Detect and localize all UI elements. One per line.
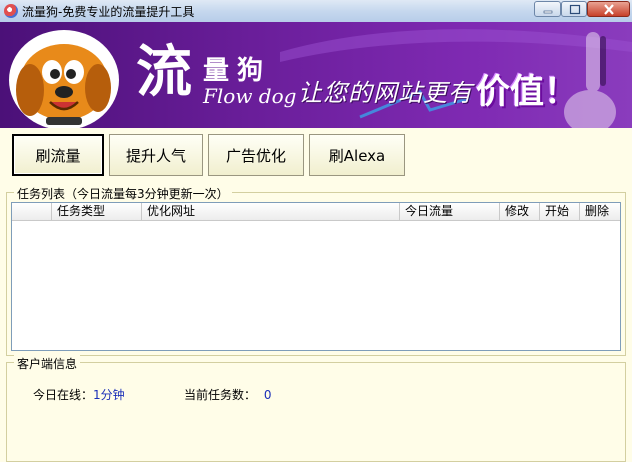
online-time-row: 今日在线：1分钟 <box>33 386 125 403</box>
column-header-url[interactable]: 优化网址 <box>142 203 400 220</box>
logo-subtitle: 量狗 <box>203 56 272 86</box>
minimize-icon <box>543 10 553 14</box>
slogan: 让您的网站更有 <box>298 79 473 107</box>
online-time-label: 今日在线： <box>33 388 94 402</box>
ad-optimize-button[interactable]: 广告优化 <box>208 134 304 176</box>
column-header-start[interactable]: 开始 <box>540 203 580 220</box>
window-title: 流量狗-免费专业的流量提升工具 <box>22 5 195 19</box>
client-info-group <box>6 362 626 462</box>
task-count-row: 当前任务数： 0 <box>184 386 271 403</box>
column-header-task-type[interactable]: 任务类型 <box>52 203 142 220</box>
boost-popularity-button[interactable]: 提升人气 <box>109 134 203 176</box>
slogan-emphasis: 价值！ <box>476 72 578 112</box>
task-list-title: 任务列表（今日流量每3分钟更新一次） <box>14 185 232 202</box>
app-icon <box>4 4 18 18</box>
task-count-label: 当前任务数： <box>184 388 257 402</box>
dog-mascot-icon <box>9 30 119 128</box>
banner: 流 量狗 Flow dog 让您的网站更有 价值！ <box>0 22 632 128</box>
column-header-blank[interactable] <box>12 203 52 220</box>
maximize-icon <box>569 4 581 15</box>
online-time-value: 1分钟 <box>93 388 125 402</box>
refresh-traffic-button[interactable]: 刷流量 <box>12 134 104 176</box>
client-info-title: 客户端信息 <box>14 355 81 372</box>
title-bar: 流量狗-免费专业的流量提升工具 <box>0 0 632 23</box>
maximize-button[interactable] <box>561 1 587 17</box>
column-header-delete[interactable]: 删除 <box>580 203 620 220</box>
refresh-alexa-button[interactable]: 刷Alexa <box>309 134 405 176</box>
task-count-value: 0 <box>263 388 272 402</box>
logo-main-character: 流 <box>136 39 192 105</box>
table-header: 任务类型 优化网址 今日流量 修改 开始 删除 <box>12 203 620 221</box>
minimize-button[interactable] <box>534 1 561 17</box>
column-header-edit[interactable]: 修改 <box>500 203 540 220</box>
close-button[interactable] <box>587 1 630 17</box>
close-icon <box>604 4 614 15</box>
column-header-today-traffic[interactable]: 今日流量 <box>400 203 500 220</box>
logo-english: Flow dog <box>203 84 297 108</box>
task-list-table[interactable]: 任务类型 优化网址 今日流量 修改 开始 删除 <box>11 202 621 351</box>
